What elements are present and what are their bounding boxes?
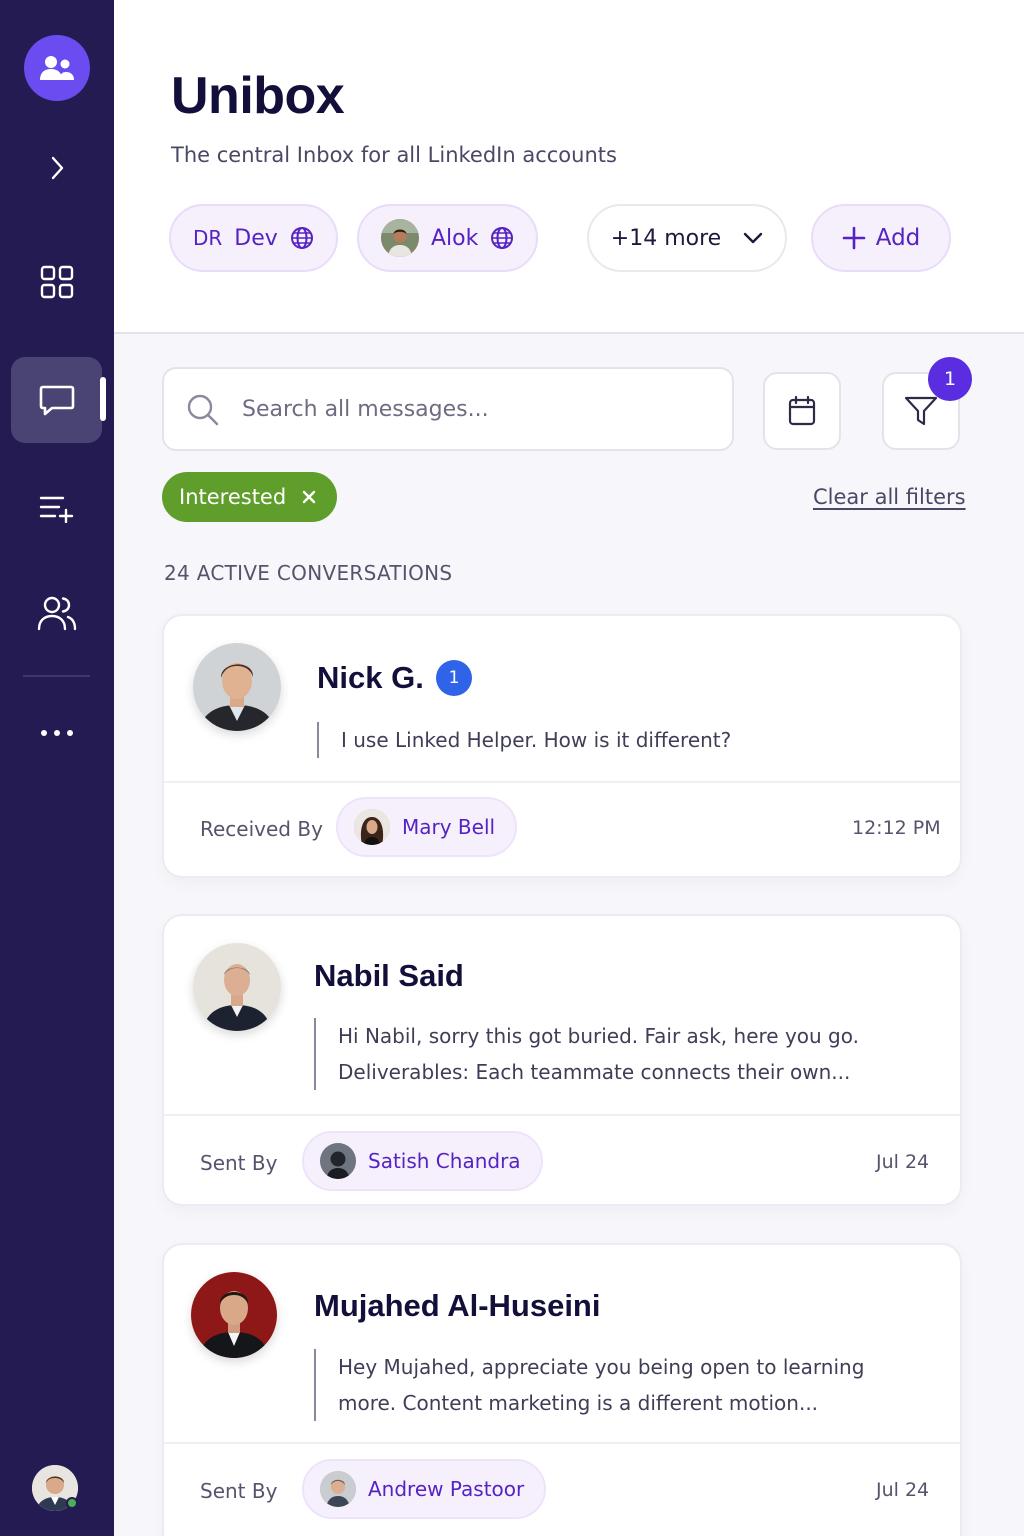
conversation-card[interactable]: Mujahed Al-Huseini Hey Mujahed, apprecia… <box>162 1243 962 1536</box>
agent-chip[interactable]: Mary Bell <box>336 797 518 857</box>
agent-avatar <box>354 809 390 845</box>
active-filter-tag: Interested <box>162 472 337 522</box>
message-preview-line: Hi Nabil, sorry this got buried. Fair as… <box>338 1024 859 1048</box>
agent-avatar <box>320 1471 356 1507</box>
page-title: Unibox <box>171 67 345 125</box>
more-accounts-dropdown[interactable]: +14 more <box>587 204 787 272</box>
message-preview: I use Linked Helper. How is it different… <box>317 722 731 758</box>
conversation-card[interactable]: Nick G. 1 I use Linked Helper. How is it… <box>162 614 962 878</box>
footer-label: Sent By <box>200 1151 278 1175</box>
add-account-button[interactable]: Add <box>811 204 951 272</box>
search-input[interactable] <box>242 369 722 449</box>
account-name: Dev <box>234 225 278 251</box>
footer-label: Received By <box>200 817 323 841</box>
active-filter-label: Interested <box>179 485 287 509</box>
message-time: Jul 24 <box>876 1151 930 1173</box>
card-divider <box>164 1114 960 1116</box>
filter-icon <box>904 396 938 426</box>
filter-count-badge: 1 <box>928 357 972 401</box>
message-preview: Hi Nabil, sorry this got buried. Fair as… <box>314 1018 859 1090</box>
account-chip-alok[interactable]: Alok <box>357 204 539 272</box>
add-account-label: Add <box>875 225 921 251</box>
message-preview-line: I use Linked Helper. How is it different… <box>341 728 732 752</box>
chat-icon <box>39 385 74 416</box>
contact-name: Nick G. <box>317 660 424 695</box>
account-initials: DR <box>193 226 223 250</box>
plus-icon <box>842 226 866 250</box>
search-box <box>162 367 734 451</box>
grid-icon <box>40 265 73 299</box>
contact-avatar <box>193 643 281 731</box>
sidebar-item-dashboard[interactable] <box>11 239 102 325</box>
contact-avatar <box>193 943 281 1031</box>
page-subtitle: The central Inbox for all LinkedIn accou… <box>171 143 617 167</box>
conversation-card[interactable]: Nabil Said Hi Nabil, sorry this got buri… <box>162 914 962 1206</box>
unread-count-badge: 1 <box>436 660 472 696</box>
agent-name: Satish Chandra <box>368 1149 521 1173</box>
date-filter-button[interactable] <box>763 372 841 450</box>
message-preview-line: Deliverables: Each teammate connects the… <box>338 1060 851 1084</box>
account-name: Alok <box>431 225 479 251</box>
message-preview-line: more. Content marketing is a different m… <box>338 1391 819 1415</box>
conversation-count: 24 ACTIVE CONVERSATIONS <box>164 561 453 585</box>
contact-name: Mujahed Al-Huseini <box>314 1288 601 1323</box>
card-divider <box>164 1442 960 1444</box>
sidebar-item-messages[interactable] <box>11 357 102 443</box>
message-time: Jul 24 <box>876 1479 930 1501</box>
active-indicator <box>100 377 106 421</box>
message-preview: Hey Mujahed, appreciate you being open t… <box>314 1349 864 1421</box>
team-logo[interactable] <box>24 35 90 101</box>
team-icon <box>40 56 74 80</box>
close-icon[interactable] <box>302 490 316 504</box>
agent-name: Mary Bell <box>402 815 496 839</box>
page-header: Unibox The central Inbox for all LinkedI… <box>114 0 1024 334</box>
message-preview-line: Hey Mujahed, appreciate you being open t… <box>338 1355 865 1379</box>
card-divider <box>164 781 960 783</box>
contact-avatar <box>191 1272 277 1358</box>
search-icon <box>187 394 219 426</box>
agent-name: Andrew Pastoor <box>368 1477 525 1501</box>
account-chip-dev[interactable]: DR Dev <box>169 204 338 272</box>
message-time: 12:12 PM <box>852 817 941 839</box>
agent-chip[interactable]: Andrew Pastoor <box>302 1459 547 1519</box>
contact-name: Nabil Said <box>314 958 464 993</box>
chevron-down-icon <box>744 232 763 244</box>
agent-avatar <box>320 1143 356 1179</box>
sidebar-expand-button[interactable] <box>11 125 102 211</box>
users-icon <box>37 596 76 631</box>
sidebar-item-lists[interactable] <box>11 465 102 551</box>
agent-chip[interactable]: Satish Chandra <box>302 1131 543 1191</box>
online-status-dot <box>66 1497 78 1509</box>
globe-icon <box>491 227 514 249</box>
footer-label: Sent By <box>200 1479 278 1503</box>
calendar-icon <box>788 395 816 426</box>
account-avatar <box>381 219 419 257</box>
more-accounts-label: +14 more <box>610 225 722 251</box>
sidebar-divider <box>23 675 90 677</box>
more-horizontal-icon <box>40 730 73 736</box>
sidebar-item-contacts[interactable] <box>11 570 102 656</box>
chevron-right-icon <box>51 156 63 180</box>
clear-filters-link[interactable]: Clear all filters <box>813 485 966 509</box>
sidebar <box>0 0 114 1536</box>
sidebar-more-button[interactable] <box>11 690 102 776</box>
list-add-icon <box>39 496 73 523</box>
globe-icon <box>290 227 313 249</box>
